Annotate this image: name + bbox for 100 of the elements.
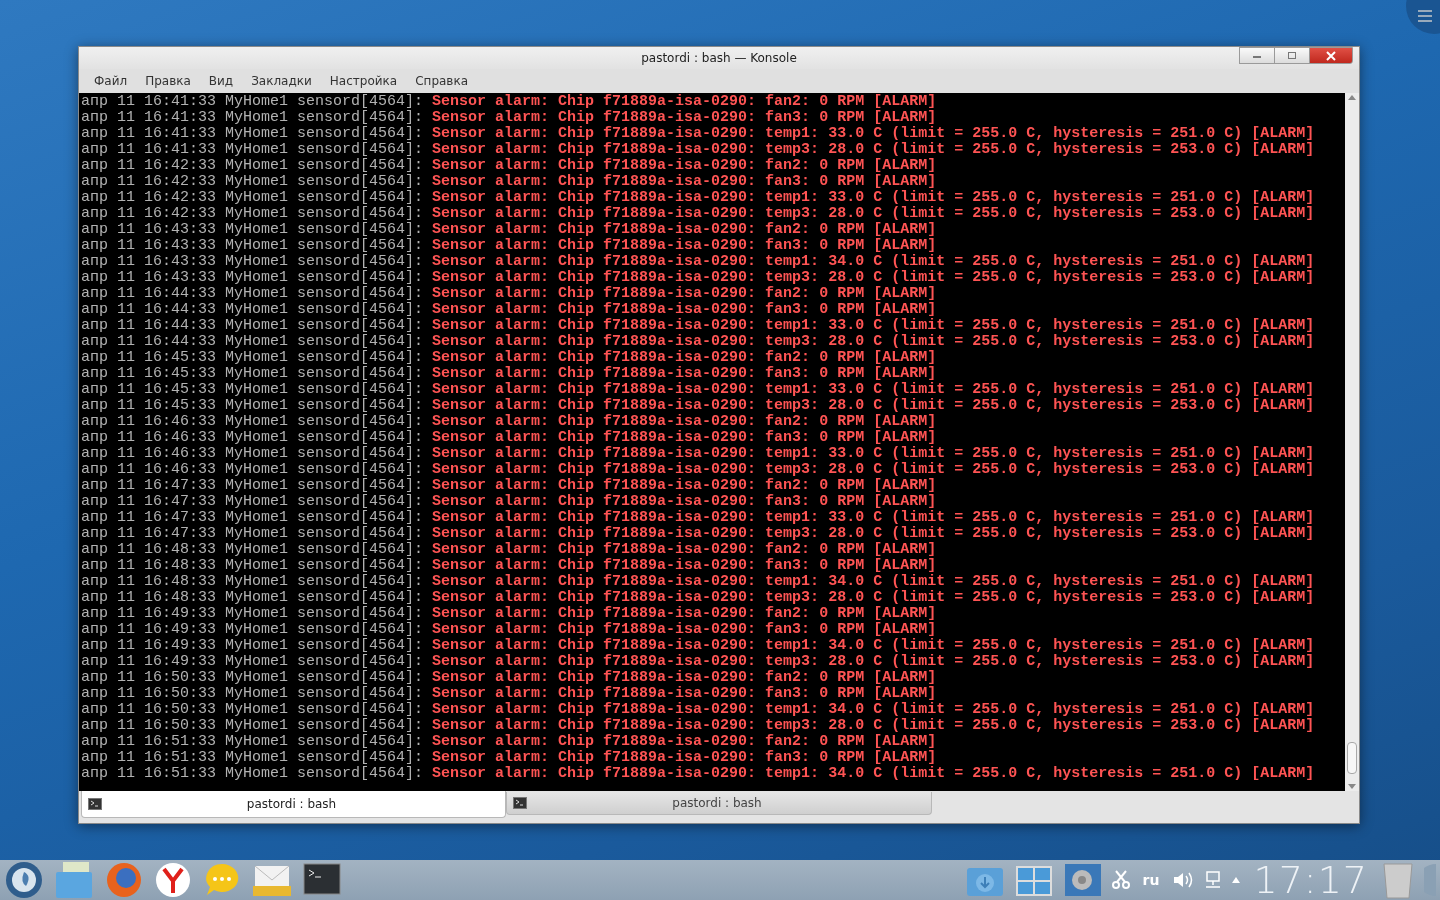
log-prefix: апр 11 16:42:33 MyHome1 sensord[4564]: <box>81 158 424 174</box>
log-message: Sensor alarm: Chip f71889a-isa-0290: temp1: 33.0 C (limit = 255.0 C, hysteresis = 251.0 C) [ALARM] <box>432 126 1315 142</box>
log-prefix: апр 11 16:45:33 MyHome1 sensord[4564]: <box>81 350 424 366</box>
log-prefix: апр 11 16:41:33 MyHome1 sensord[4564]: <box>81 126 424 142</box>
log-message: Sensor alarm: Chip f71889a-isa-0290: fan3: 0 RPM [ALARM] <box>432 110 937 126</box>
log-message: Sensor alarm: Chip f71889a-isa-0290: fan3: 0 RPM [ALARM] <box>432 366 937 382</box>
menu-icon <box>1418 10 1432 22</box>
letter-y-icon[interactable] <box>153 860 193 900</box>
log-message: Sensor alarm: Chip f71889a-isa-0290: fan3: 0 RPM [ALARM] <box>432 750 937 766</box>
log-prefix: апр 11 16:48:33 MyHome1 sensord[4564]: <box>81 558 424 574</box>
log-message: Sensor alarm: Chip f71889a-isa-0290: fan3: 0 RPM [ALARM] <box>432 238 937 254</box>
log-message: Sensor alarm: Chip f71889a-isa-0290: temp3: 28.0 C (limit = 255.0 C, hysteresis = 253.0 C) [ALARM] <box>432 654 1315 670</box>
log-prefix: апр 11 16:50:33 MyHome1 sensord[4564]: <box>81 686 424 702</box>
log-message: Sensor alarm: Chip f71889a-isa-0290: temp3: 28.0 C (limit = 255.0 C, hysteresis = 253.0 C) [ALARM] <box>432 270 1315 286</box>
log-prefix: апр 11 16:42:33 MyHome1 sensord[4564]: <box>81 206 424 222</box>
log-message: Sensor alarm: Chip f71889a-isa-0290: fan3: 0 RPM [ALARM] <box>432 430 937 446</box>
speaker-icon[interactable] <box>1172 870 1195 890</box>
expand-arrow-icon[interactable] <box>1232 877 1241 883</box>
menu-item[interactable]: Вид <box>199 74 243 88</box>
log-prefix: апр 11 16:51:33 MyHome1 sensord[4564]: <box>81 734 424 750</box>
log-prefix: апр 11 16:46:33 MyHome1 sensord[4564]: <box>81 446 424 462</box>
log-prefix: апр 11 16:44:33 MyHome1 sensord[4564]: <box>81 302 424 318</box>
log-prefix: апр 11 16:51:33 MyHome1 sensord[4564]: <box>81 766 424 782</box>
log-message: Sensor alarm: Chip f71889a-isa-0290: fan2: 0 RPM [ALARM] <box>432 94 937 110</box>
log-prefix: апр 11 16:50:33 MyHome1 sensord[4564]: <box>81 702 424 718</box>
log-message: Sensor alarm: Chip f71889a-isa-0290: temp1: 34.0 C (limit = 255.0 C, hysteresis = 251.0 C) [ALARM] <box>432 766 1315 782</box>
log-prefix: апр 11 16:47:33 MyHome1 sensord[4564]: <box>81 526 424 542</box>
trash-icon[interactable] <box>1381 860 1415 900</box>
log-prefix: апр 11 16:43:33 MyHome1 sensord[4564]: <box>81 254 424 270</box>
terminal-icon <box>513 797 527 809</box>
scroll-thumb[interactable] <box>1347 742 1357 774</box>
log-prefix: апр 11 16:48:33 MyHome1 sensord[4564]: <box>81 542 424 558</box>
folder-icon[interactable] <box>53 860 95 900</box>
log-message: Sensor alarm: Chip f71889a-isa-0290: fan2: 0 RPM [ALARM] <box>432 286 937 302</box>
close-button[interactable] <box>1309 47 1353 64</box>
log-message: Sensor alarm: Chip f71889a-isa-0290: temp3: 28.0 C (limit = 255.0 C, hysteresis = 253.0 C) [ALARM] <box>432 590 1315 606</box>
log-message: Sensor alarm: Chip f71889a-isa-0290: temp3: 28.0 C (limit = 255.0 C, hysteresis = 253.0 C) [ALARM] <box>432 398 1315 414</box>
scrollbar[interactable] <box>1345 93 1359 791</box>
scroll-up-icon <box>1348 95 1356 100</box>
log-message: Sensor alarm: Chip f71889a-isa-0290: temp1: 33.0 C (limit = 255.0 C, hysteresis = 251.0 C) [ALARM] <box>432 510 1315 526</box>
log-prefix: апр 11 16:43:33 MyHome1 sensord[4564]: <box>81 270 424 286</box>
log-prefix: апр 11 16:48:33 MyHome1 sensord[4564]: <box>81 574 424 590</box>
terminal-icon <box>88 798 102 810</box>
log-prefix: апр 11 16:44:33 MyHome1 sensord[4564]: <box>81 318 424 334</box>
log-message: Sensor alarm: Chip f71889a-isa-0290: temp1: 34.0 C (limit = 255.0 C, hysteresis = 251.0 C) [ALARM] <box>432 574 1315 590</box>
log-prefix: апр 11 16:43:33 MyHome1 sensord[4564]: <box>81 238 424 254</box>
log-prefix: апр 11 16:47:33 MyHome1 sensord[4564]: <box>81 494 424 510</box>
log-prefix: апр 11 16:46:33 MyHome1 sensord[4564]: <box>81 430 424 446</box>
log-message: Sensor alarm: Chip f71889a-isa-0290: fan2: 0 RPM [ALARM] <box>432 734 937 750</box>
log-message: Sensor alarm: Chip f71889a-isa-0290: fan2: 0 RPM [ALARM] <box>432 478 937 494</box>
log-message: Sensor alarm: Chip f71889a-isa-0290: fan3: 0 RPM [ALARM] <box>432 494 937 510</box>
log-message: Sensor alarm: Chip f71889a-isa-0290: fan2: 0 RPM [ALARM] <box>432 222 937 238</box>
log-prefix: апр 11 16:41:33 MyHome1 sensord[4564]: <box>81 142 424 158</box>
log-message: Sensor alarm: Chip f71889a-isa-0290: fan2: 0 RPM [ALARM] <box>432 542 937 558</box>
log-prefix: апр 11 16:45:33 MyHome1 sensord[4564]: <box>81 398 424 414</box>
minimize-button[interactable] <box>1239 47 1275 64</box>
log-prefix: апр 11 16:45:33 MyHome1 sensord[4564]: <box>81 366 424 382</box>
log-prefix: апр 11 16:48:33 MyHome1 sensord[4564]: <box>81 590 424 606</box>
menu-item[interactable]: Справка <box>406 74 478 88</box>
log-message: Sensor alarm: Chip f71889a-isa-0290: temp1: 33.0 C (limit = 255.0 C, hysteresis = 251.0 C) [ALARM] <box>432 382 1315 398</box>
log-message: Sensor alarm: Chip f71889a-isa-0290: temp1: 33.0 C (limit = 255.0 C, hysteresis = 251.0 C) [ALARM] <box>432 190 1315 206</box>
log-message: Sensor alarm: Chip f71889a-isa-0290: temp1: 33.0 C (limit = 255.0 C, hysteresis = 251.0 C) [ALARM] <box>432 446 1315 462</box>
log-message: Sensor alarm: Chip f71889a-isa-0290: fan2: 0 RPM [ALARM] <box>432 606 937 622</box>
menu-item[interactable]: Файл <box>85 74 137 88</box>
menu-item[interactable]: Правка <box>136 74 200 88</box>
window-title: pastordi : bash — Konsole <box>641 51 797 65</box>
log-message: Sensor alarm: Chip f71889a-isa-0290: fan3: 0 RPM [ALARM] <box>432 558 937 574</box>
close-icon <box>1326 50 1336 61</box>
launcher-icon[interactable] <box>4 860 44 900</box>
scroll-down-icon <box>1348 784 1356 789</box>
scissors-icon[interactable] <box>1111 870 1130 890</box>
log-message: Sensor alarm: Chip f71889a-isa-0290: fan2: 0 RPM [ALARM] <box>432 414 937 430</box>
log-prefix: апр 11 16:46:33 MyHome1 sensord[4564]: <box>81 414 424 430</box>
log-prefix: апр 11 16:45:33 MyHome1 sensord[4564]: <box>81 382 424 398</box>
log-prefix: апр 11 16:41:33 MyHome1 sensord[4564]: <box>81 94 424 110</box>
log-prefix: апр 11 16:47:33 MyHome1 sensord[4564]: <box>81 478 424 494</box>
log-message: Sensor alarm: Chip f71889a-isa-0290: fan3: 0 RPM [ALARM] <box>432 174 937 190</box>
log-message: Sensor alarm: Chip f71889a-isa-0290: temp3: 28.0 C (limit = 255.0 C, hysteresis = 253.0 C) [ALARM] <box>432 206 1315 222</box>
log-message: Sensor alarm: Chip f71889a-isa-0290: temp1: 34.0 C (limit = 255.0 C, hysteresis = 251.0 C) [ALARM] <box>432 254 1315 270</box>
log-message: Sensor alarm: Chip f71889a-isa-0290: fan3: 0 RPM [ALARM] <box>432 686 937 702</box>
log-message: Sensor alarm: Chip f71889a-isa-0290: temp3: 28.0 C (limit = 255.0 C, hysteresis = 253.0 C) [ALARM] <box>432 142 1315 158</box>
log-message: Sensor alarm: Chip f71889a-isa-0290: fan3: 0 RPM [ALARM] <box>432 302 937 318</box>
log-prefix: апр 11 16:42:33 MyHome1 sensord[4564]: <box>81 174 424 190</box>
log-message: Sensor alarm: Chip f71889a-isa-0290: fan2: 0 RPM [ALARM] <box>432 158 937 174</box>
log-message: Sensor alarm: Chip f71889a-isa-0290: temp1: 34.0 C (limit = 255.0 C, hysteresis = 251.0 C) [ALARM] <box>432 638 1315 654</box>
menu-item[interactable]: Закладки <box>242 74 321 88</box>
maximize-icon <box>1287 51 1297 60</box>
log-message: Sensor alarm: Chip f71889a-isa-0290: fan3: 0 RPM [ALARM] <box>432 622 937 638</box>
log-prefix: апр 11 16:42:33 MyHome1 sensord[4564]: <box>81 190 424 206</box>
log-prefix: апр 11 16:49:33 MyHome1 sensord[4564]: <box>81 622 424 638</box>
clock: 17:17 <box>1253 860 1368 900</box>
tab[interactable]: pastordi : bash <box>506 792 932 815</box>
tab[interactable]: pastordi : bash <box>81 791 506 818</box>
maximize-button[interactable] <box>1274 47 1310 64</box>
log-prefix: апр 11 16:47:33 MyHome1 sensord[4564]: <box>81 510 424 526</box>
log-message: Sensor alarm: Chip f71889a-isa-0290: temp1: 33.0 C (limit = 255.0 C, hysteresis = 251.0 C) [ALARM] <box>432 318 1315 334</box>
log-prefix: апр 11 16:46:33 MyHome1 sensord[4564]: <box>81 462 424 478</box>
log-prefix: апр 11 16:49:33 MyHome1 sensord[4564]: <box>81 606 424 622</box>
menu-item[interactable]: Настройка <box>320 74 407 88</box>
browser-icon[interactable] <box>104 860 144 900</box>
